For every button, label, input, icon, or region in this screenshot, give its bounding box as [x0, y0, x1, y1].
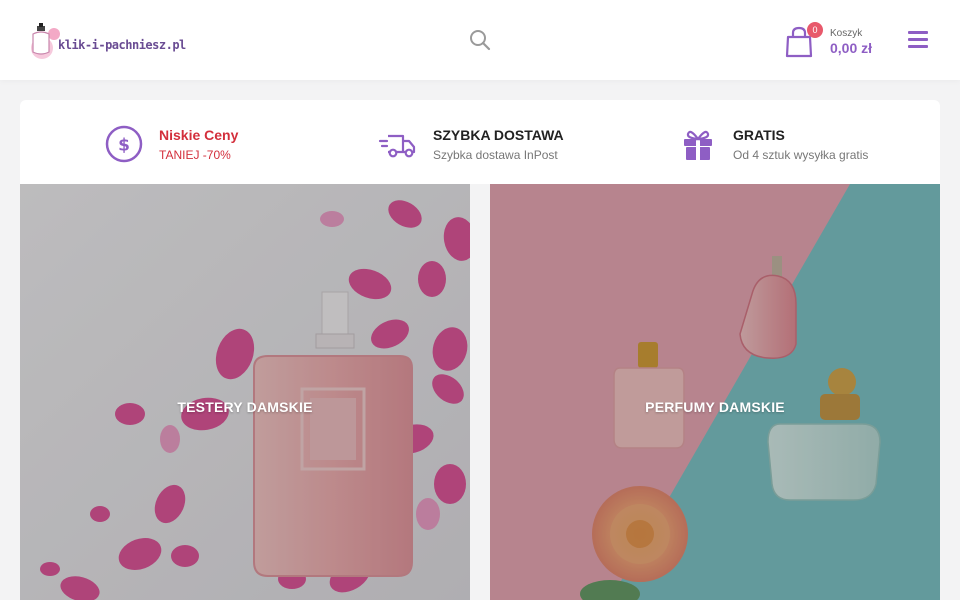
feature-subtitle: TANIEJ -70% [159, 147, 231, 162]
hamburger-line [908, 31, 928, 34]
gift-icon [684, 130, 712, 160]
features-bar: $ Niskie Ceny TANIEJ -70% SZYBKA DOSTAWA… [20, 100, 940, 184]
feature-free-shipping: GRATIS Od 4 sztuk wysyłka gratis [678, 122, 868, 166]
feature-fast-delivery: SZYBKA DOSTAWA Szybka dostawa InPost [378, 122, 564, 166]
svg-text:$: $ [118, 136, 130, 156]
search-button[interactable] [468, 28, 492, 52]
category-tile-testery[interactable]: TESTERY DAMSKIE [20, 184, 470, 600]
category-label: PERFUMY DAMSKIE [645, 399, 785, 415]
feature-title: GRATIS [733, 126, 785, 143]
feature-subtitle: Od 4 sztuk wysyłka gratis [733, 147, 869, 162]
site-header: klik-i-pachniesz.pl 0 Koszyk 0,00 zł [0, 0, 960, 80]
hamburger-line [908, 45, 928, 48]
cart-count-badge: 0 [807, 22, 823, 38]
feature-subtitle: Szybka dostawa InPost [433, 147, 558, 162]
category-label: TESTERY DAMSKIE [177, 399, 313, 415]
tile-overlay [490, 184, 940, 600]
feature-title: SZYBKA DOSTAWA [433, 126, 564, 143]
category-tile-perfumy[interactable]: PERFUMY DAMSKIE [490, 184, 940, 600]
dollar-circle-icon: $ [105, 125, 143, 163]
cart-button[interactable]: 0 Koszyk 0,00 zł [784, 22, 884, 62]
logo-text: klik-i-pachniesz.pl [58, 38, 186, 52]
truck-icon [378, 134, 416, 158]
search-icon [470, 30, 491, 51]
tile-overlay [20, 184, 470, 600]
cart-label: Koszyk [830, 28, 863, 39]
hamburger-line [908, 38, 928, 41]
site-logo[interactable]: klik-i-pachniesz.pl [24, 22, 186, 60]
feature-low-prices: $ Niskie Ceny TANIEJ -70% [104, 122, 238, 166]
feature-title: Niskie Ceny [159, 126, 239, 143]
cart-total: 0,00 zł [830, 40, 873, 56]
menu-button[interactable] [908, 31, 928, 49]
